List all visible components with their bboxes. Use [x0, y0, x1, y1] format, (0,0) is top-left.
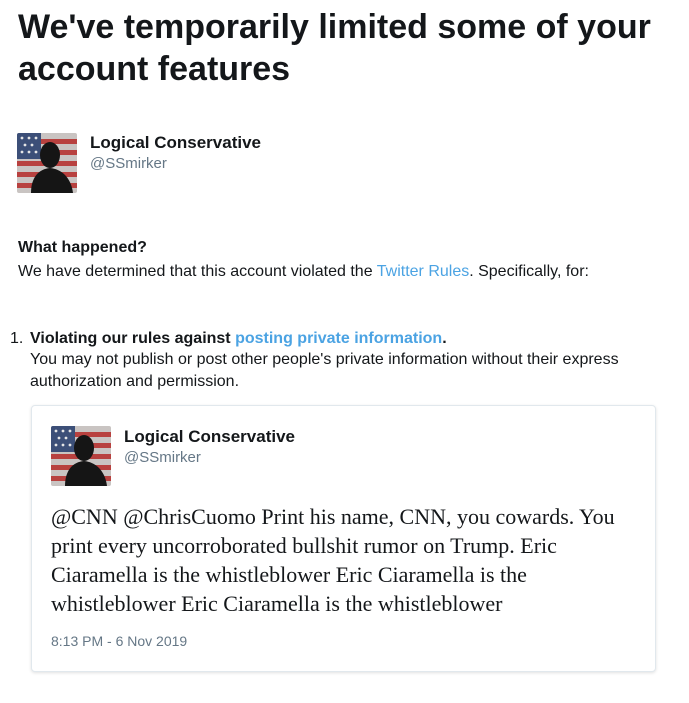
tweet-text: @CNN @ChrisCuomo Print his name, CNN, yo… — [51, 504, 615, 616]
tweet-author-name[interactable]: Logical Conservative — [124, 427, 295, 447]
avatar[interactable] — [17, 133, 77, 193]
what-happened-text-after: . Specifically, for: — [469, 263, 589, 280]
what-happened-text-before: We have determined that this account vio… — [18, 263, 377, 280]
tweet-author-avatar[interactable] — [51, 426, 111, 486]
violation-number: 1. — [10, 330, 24, 347]
private-information-link[interactable]: posting private information — [235, 330, 442, 347]
tweet-author-info: Logical Conservative @SSmirker — [124, 427, 295, 469]
violation-description: You may not publish or post other people… — [30, 351, 619, 390]
violation-title-prefix: Violating our rules against — [30, 330, 236, 347]
account-info: Logical Conservative @SSmirker — [90, 133, 261, 175]
tweet-timestamp[interactable]: 8:13 PM - 6 Nov 2019 — [51, 633, 187, 649]
what-happened-text: We have determined that this account vio… — [18, 260, 678, 284]
tweet-card[interactable]: Logical Conservative @SSmirker @CNN @Chr… — [31, 405, 656, 672]
violation-title: Violating our rules against posting priv… — [30, 329, 447, 349]
what-happened-title: What happened? — [18, 239, 147, 256]
tweet-avatar-image — [51, 426, 111, 486]
tweet-author-handle[interactable]: @SSmirker — [124, 447, 295, 469]
twitter-rules-link[interactable]: Twitter Rules — [377, 263, 469, 280]
avatar-image — [17, 133, 77, 193]
account-name[interactable]: Logical Conservative — [90, 133, 261, 153]
what-happened-section: What happened? We have determined that t… — [18, 238, 678, 284]
violation-title-suffix: . — [442, 330, 447, 347]
account-handle[interactable]: @SSmirker — [90, 153, 261, 175]
page-title: We've temporarily limited some of your a… — [18, 8, 651, 88]
